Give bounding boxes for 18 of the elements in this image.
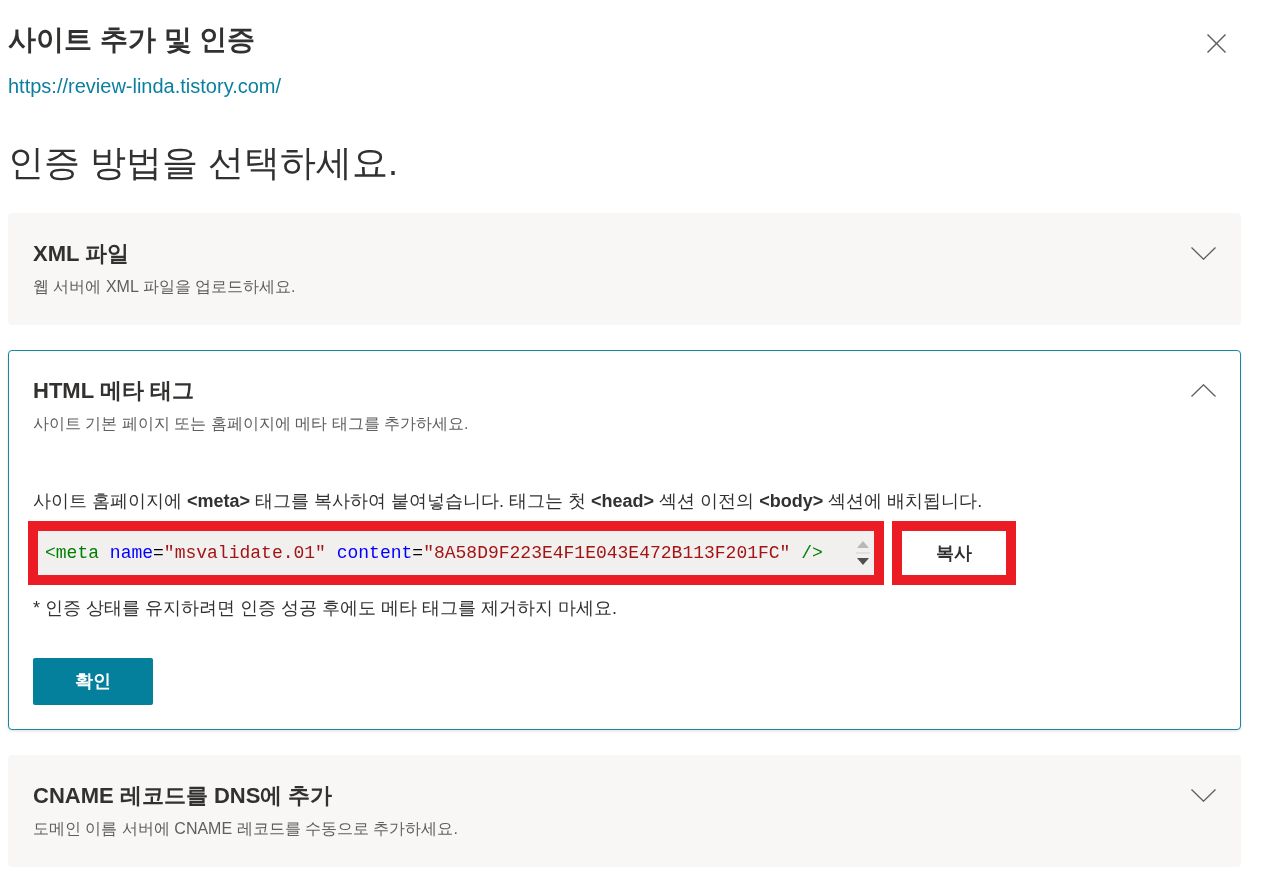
close-icon[interactable] xyxy=(1207,34,1226,53)
code-text: <meta name="msvalidate.01" content="8A58D9F223E4F1E043E472B113F201FC" /> xyxy=(45,542,824,565)
method-description: 도메인 이름 서버에 CNAME 레코드를 수동으로 추가하세요. xyxy=(33,819,458,839)
chevron-down-icon[interactable] xyxy=(1191,789,1216,802)
section-heading: 인증 방법을 선택하세요. xyxy=(8,141,399,185)
dialog-title: 사이트 추가 및 인증 xyxy=(8,23,257,57)
chevron-down-icon[interactable] xyxy=(1191,247,1216,260)
method-title[interactable]: CNAME 레코드를 DNS에 추가 xyxy=(33,781,458,811)
method-title[interactable]: XML 파일 xyxy=(33,239,296,269)
instruction-text: 사이트 홈페이지에 <meta> 태그를 복사하여 붙여넣습니다. 태그는 첫 <head> 섹션 이전의 <body> 섹션에 배치됩니다. xyxy=(33,490,984,513)
chevron-up-icon[interactable] xyxy=(1191,384,1216,397)
method-title[interactable]: HTML 메타 태그 xyxy=(33,376,469,406)
confirm-button[interactable]: 확인 xyxy=(33,658,153,705)
site-url-link[interactable]: https://review-linda.tistory.com/ xyxy=(8,72,282,100)
code-field[interactable]: <meta name="msvalidate.01" content="8A58D9F223E4F1E043E472B113F201FC" /> xyxy=(38,531,874,575)
method-description: 웹 서버에 XML 파일을 업로드하세요. xyxy=(33,277,296,297)
method-description: 사이트 기본 페이지 또는 홈페이지에 메타 태그를 추가하세요. xyxy=(33,414,469,434)
note-text: * 인증 상태를 유지하려면 인증 성공 후에도 메타 태그를 제거하지 마세요. xyxy=(33,597,618,620)
